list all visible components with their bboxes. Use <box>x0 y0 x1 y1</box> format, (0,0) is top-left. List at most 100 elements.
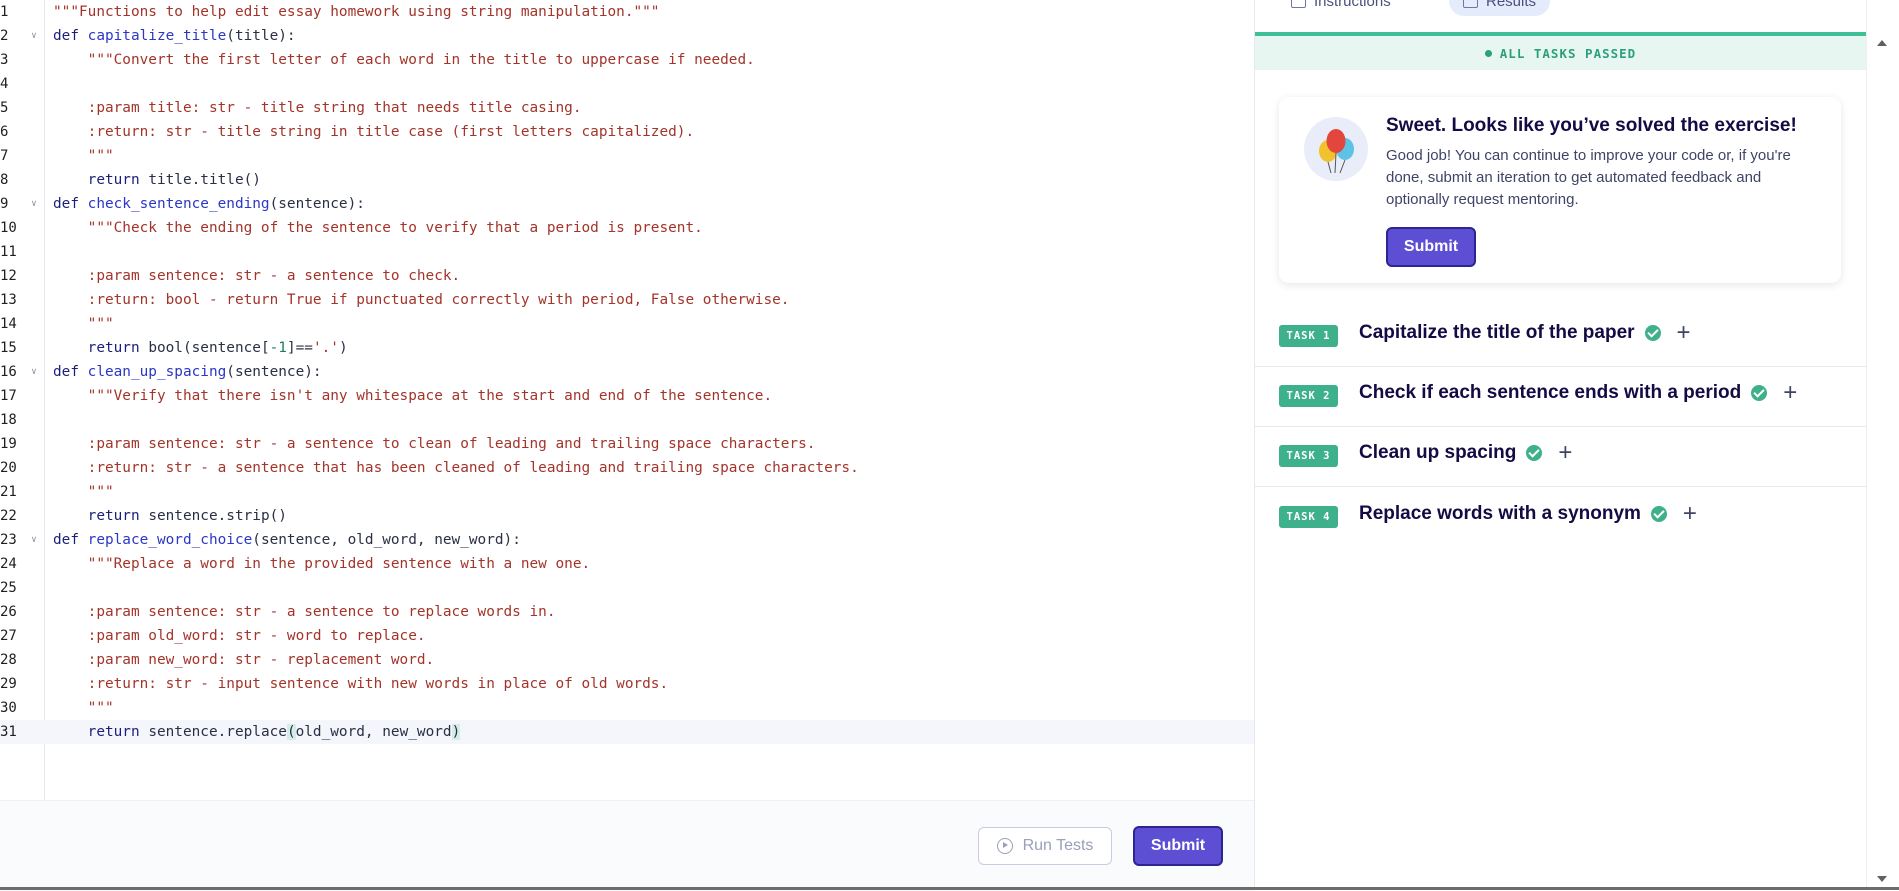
code-line[interactable]: 19 :param sentence: str - a sentence to … <box>0 432 1254 456</box>
code-text: :return: bool - return True if punctuate… <box>53 288 790 312</box>
task-title-text: Capitalize the title of the paper <box>1359 322 1635 343</box>
code-line[interactable]: 4 <box>0 72 1254 96</box>
scroll-up-arrow-icon[interactable] <box>1877 40 1887 46</box>
code-text: :return: str - input sentence with new w… <box>53 672 669 696</box>
code-line[interactable]: 6 :return: str - title string in title c… <box>0 120 1254 144</box>
play-circle-icon <box>996 838 1013 854</box>
scroll-down-arrow-icon[interactable] <box>1877 876 1887 882</box>
status-label: ALL TASKS PASSED <box>1499 45 1637 61</box>
code-line[interactable]: 3 """Convert the first letter of each wo… <box>0 48 1254 72</box>
code-line[interactable]: 8 return title.title() <box>0 168 1254 192</box>
code-line[interactable]: 10 """Check the ending of the sentence t… <box>0 216 1254 240</box>
success-card: Sweet. Looks like you’ve solved the exer… <box>1279 97 1841 283</box>
code-token: (sentence, old_word, new_word): <box>252 532 521 548</box>
code-line[interactable]: 22 return sentence.strip() <box>0 504 1254 528</box>
code-line[interactable]: 24 """Replace a word in the provided sen… <box>0 552 1254 576</box>
expand-plus-icon[interactable]: + <box>1677 321 1691 345</box>
task-row[interactable]: TASK 4 Replace words with a synonym + <box>1255 487 1866 547</box>
submit-button[interactable]: Submit <box>1133 826 1223 866</box>
code-line[interactable]: 30 """ <box>0 696 1254 720</box>
fold-chevron-icon[interactable]: ∨ <box>28 192 40 216</box>
code-line[interactable]: 11 <box>0 240 1254 264</box>
code-line[interactable]: 17 """Verify that there isn't any whites… <box>0 384 1254 408</box>
code-line[interactable]: 14 """ <box>0 312 1254 336</box>
line-number: 13 <box>0 292 17 308</box>
code-token: ( <box>286 724 296 740</box>
task-row[interactable]: TASK 3 Clean up spacing + <box>1255 426 1866 487</box>
line-number: 15 <box>0 340 17 356</box>
line-number: 5 <box>0 100 9 116</box>
line-number: 19 <box>0 436 17 452</box>
code-line[interactable]: 7 """ <box>0 144 1254 168</box>
run-tests-button[interactable]: Run Tests <box>978 827 1112 865</box>
code-line[interactable]: 2 ∨ def capitalize_title(title): <box>0 24 1254 48</box>
code-line[interactable]: 5 :param title: str - title string that … <box>0 96 1254 120</box>
code-editor[interactable]: 1 """Functions to help edit essay homewor… <box>0 0 1254 891</box>
code-token: sentence.replace <box>148 724 287 740</box>
code-token: :return: str - a sentence that has been … <box>53 460 859 476</box>
code-token: ]== <box>286 340 313 356</box>
code-text: :return: str - a sentence that has been … <box>53 456 859 480</box>
expand-plus-icon[interactable]: + <box>1683 502 1697 526</box>
code-line[interactable]: 13 :return: bool - return True if punctu… <box>0 288 1254 312</box>
check-icon <box>1751 385 1768 401</box>
code-line[interactable]: 15 return bool(sentence[-1]=='.') <box>0 336 1254 360</box>
task-badge: TASK 3 <box>1279 445 1338 467</box>
code-line[interactable]: 23 ∨ def replace_word_choice(sentence, old… <box>0 528 1254 552</box>
code-lines[interactable]: 1 """Functions to help edit essay homewor… <box>0 0 1254 744</box>
code-line[interactable]: 16 ∨ def clean_up_spacing(sentence): <box>0 360 1254 384</box>
line-number: 6 <box>0 124 9 140</box>
tab-results[interactable]: Results <box>1449 0 1551 16</box>
code-line[interactable]: 29 :return: str - input sentence with ne… <box>0 672 1254 696</box>
task-row[interactable]: TASK 2 Check if each sentence ends with … <box>1255 366 1866 427</box>
code-text: :return: str - title string in title cas… <box>53 120 695 144</box>
task-title-text: Replace words with a synonym <box>1359 503 1641 524</box>
code-line[interactable]: 31 return sentence.replace(old_word, new… <box>0 720 1254 744</box>
success-message: Good job! You can continue to improve yo… <box>1386 147 1791 208</box>
code-line[interactable]: 28 :param new_word: str - replacement wo… <box>0 648 1254 672</box>
task-title-text: Check if each sentence ends with a perio… <box>1359 382 1742 403</box>
task-row[interactable]: TASK 1 Capitalize the title of the paper… <box>1255 306 1866 367</box>
code-line[interactable]: 26 :param sentence: str - a sentence to … <box>0 600 1254 624</box>
page-scrollbar[interactable] <box>1866 0 1899 890</box>
code-token: :return: bool - return True if punctuate… <box>53 292 790 308</box>
line-number: 4 <box>0 76 9 92</box>
code-text: """Replace a word in the provided senten… <box>53 552 591 576</box>
code-text: :param sentence: str - a sentence to cle… <box>53 432 816 456</box>
line-number: 17 <box>0 388 17 404</box>
code-line[interactable]: 12 :param sentence: str - a sentence to … <box>0 264 1254 288</box>
task-title: Capitalize the title of the paper + <box>1359 321 1691 345</box>
fold-chevron-icon[interactable]: ∨ <box>28 528 40 552</box>
code-line[interactable]: 9 ∨ def check_sentence_ending(sentence): <box>0 192 1254 216</box>
code-token: (title): <box>226 28 296 44</box>
code-token: bool(sentence[ <box>148 340 270 356</box>
task-title: Check if each sentence ends with a perio… <box>1359 381 1797 405</box>
editor-footer: Run Tests Submit <box>0 800 1254 891</box>
code-token: def <box>53 28 88 44</box>
submit-button[interactable]: Submit <box>1386 227 1476 267</box>
code-token: def <box>53 196 88 212</box>
code-token: return <box>53 340 149 356</box>
results-panel: Instructions Results ALL TASKS PASSED Sw… <box>1254 0 1866 890</box>
code-token: old_word, new_word <box>295 724 452 740</box>
task-title: Clean up spacing + <box>1359 441 1572 465</box>
expand-plus-icon[interactable]: + <box>1783 381 1797 405</box>
code-token: :return: str - input sentence with new w… <box>53 676 669 692</box>
code-line[interactable]: 25 <box>0 576 1254 600</box>
code-line[interactable]: 20 :return: str - a sentence that has be… <box>0 456 1254 480</box>
code-token: sentence.strip() <box>148 508 287 524</box>
expand-plus-icon[interactable]: + <box>1558 441 1572 465</box>
code-text: :param title: str - title string that ne… <box>53 96 582 120</box>
fold-chevron-icon[interactable]: ∨ <box>28 360 40 384</box>
code-line[interactable]: 27 :param old_word: str - word to replac… <box>0 624 1254 648</box>
code-line[interactable]: 1 """Functions to help edit essay homewor… <box>0 0 1254 24</box>
success-title: Sweet. Looks like you’ve solved the exer… <box>1386 115 1797 136</box>
fold-chevron-icon[interactable]: ∨ <box>28 24 40 48</box>
code-text: def capitalize_title(title): <box>53 24 296 48</box>
tab-instructions[interactable]: Instructions <box>1277 0 1405 16</box>
code-line[interactable]: 18 <box>0 408 1254 432</box>
line-number: 18 <box>0 412 17 428</box>
code-line[interactable]: 21 """ <box>0 480 1254 504</box>
code-text: :param sentence: str - a sentence to rep… <box>53 600 556 624</box>
task-badge: TASK 2 <box>1279 385 1338 407</box>
